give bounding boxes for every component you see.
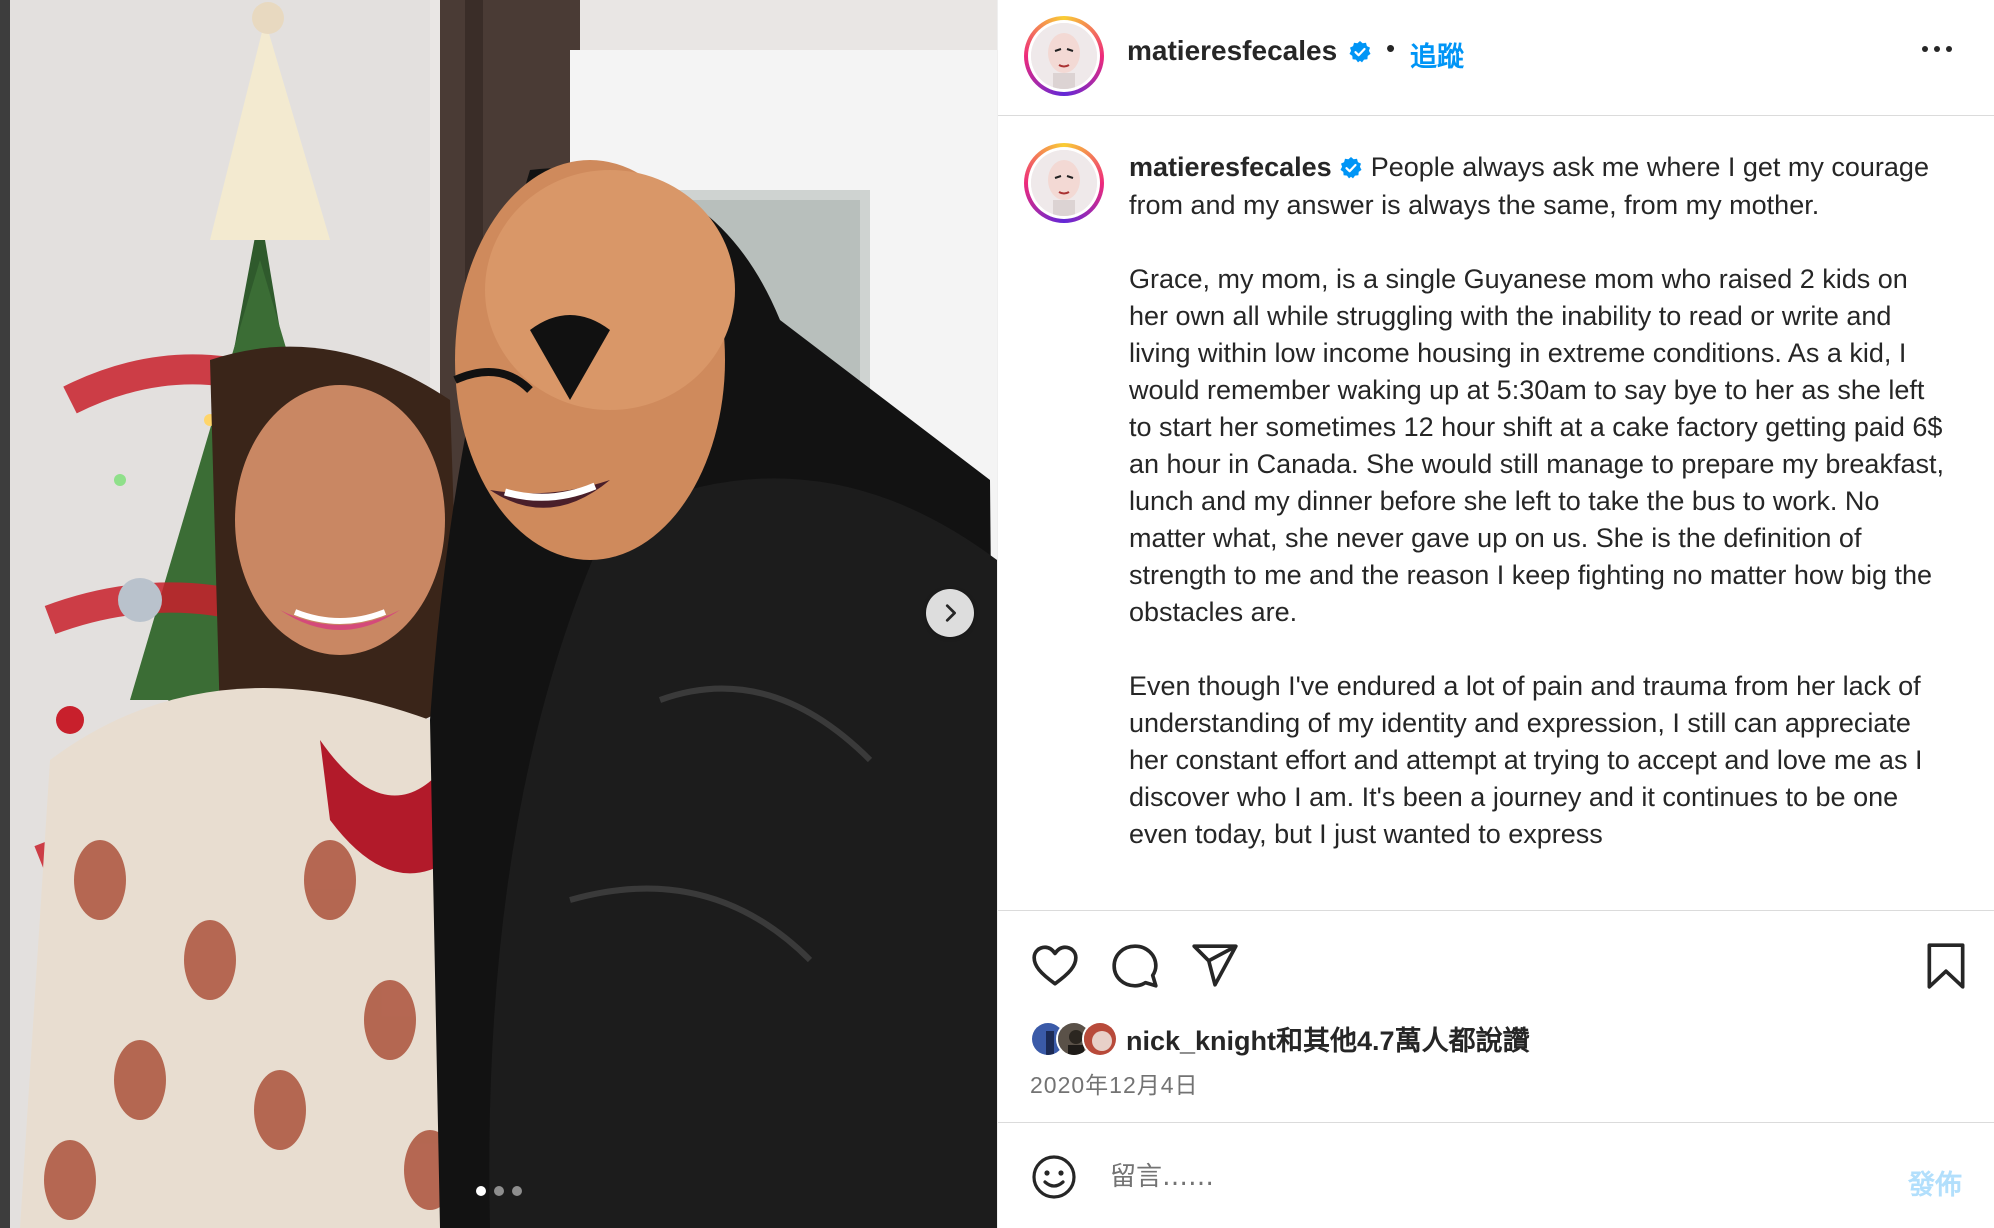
media-edge [0,0,10,1228]
carousel-dot-3 [512,1186,522,1196]
verified-badge-icon [1339,150,1363,187]
caption-paragraph: matieresfecales People always ask me whe… [1129,149,1949,224]
header-separator: • [1386,33,1396,63]
carousel-dot-2 [494,1186,504,1196]
ellipsis-icon [1922,46,1928,52]
smiley-icon [1032,1155,1076,1199]
post-media[interactable] [0,0,997,1228]
more-options-button[interactable] [1922,38,1952,60]
avatar-image [1031,150,1097,216]
caption-paragraph: Grace, my mom, is a single Guyanese mom … [1129,264,1944,628]
like-button[interactable] [1030,941,1080,996]
follow-button[interactable]: 追蹤 [1410,35,1464,74]
next-slide-button[interactable] [926,589,974,637]
post-header: matieresfecales • 追蹤 [998,0,1994,116]
caption-author-avatar[interactable] [1024,143,1104,223]
avatar-face-icon [1031,150,1097,216]
share-button[interactable] [1190,941,1240,996]
caption-username[interactable]: matieresfecales [1129,152,1332,182]
avatar-image [1031,23,1097,89]
author-username[interactable]: matieresfecales [1127,35,1337,67]
paper-plane-icon [1192,944,1238,987]
likes-summary[interactable]: nick_knight和其他4.7萬人都說讚 [1030,1019,1530,1058]
emoji-button[interactable] [1030,1153,1078,1206]
post-photo[interactable] [10,0,997,1228]
liker-avatar [1082,1020,1118,1057]
carousel-indicator [476,1186,522,1196]
post-side-panel: matieresfecales • 追蹤 matieresfecales Peo… [997,0,1994,1228]
comment-composer: 發佈 [998,1122,1994,1228]
post-actions: nick_knight和其他4.7萬人都說讚 2020年12月4日 [998,910,1994,1122]
post-comment-button[interactable]: 發佈 [1908,1163,1962,1202]
caption-paragraph: Even though I've endured a lot of pain a… [1129,671,1923,850]
photo-illustration [10,0,997,1228]
avatar-face-icon [1031,23,1097,89]
post-date: 2020年12月4日 [1030,1072,1199,1098]
comment-input[interactable] [1110,1153,1810,1201]
comment-bubble-icon [1112,944,1158,988]
likes-text[interactable]: nick_knight和其他4.7萬人都說讚 [1126,1019,1530,1058]
save-button[interactable] [1924,941,1968,996]
carousel-dot-1 [476,1186,486,1196]
post-caption: matieresfecales People always ask me whe… [1129,149,1949,890]
author-avatar[interactable] [1024,16,1104,96]
chevron-right-icon [945,604,956,622]
comment-button[interactable] [1110,941,1160,996]
verified-badge-icon [1348,40,1372,69]
bookmark-icon [1927,943,1965,989]
heart-icon [1032,945,1078,986]
caption-scroll-area[interactable]: matieresfecales People always ask me whe… [998,117,1994,910]
